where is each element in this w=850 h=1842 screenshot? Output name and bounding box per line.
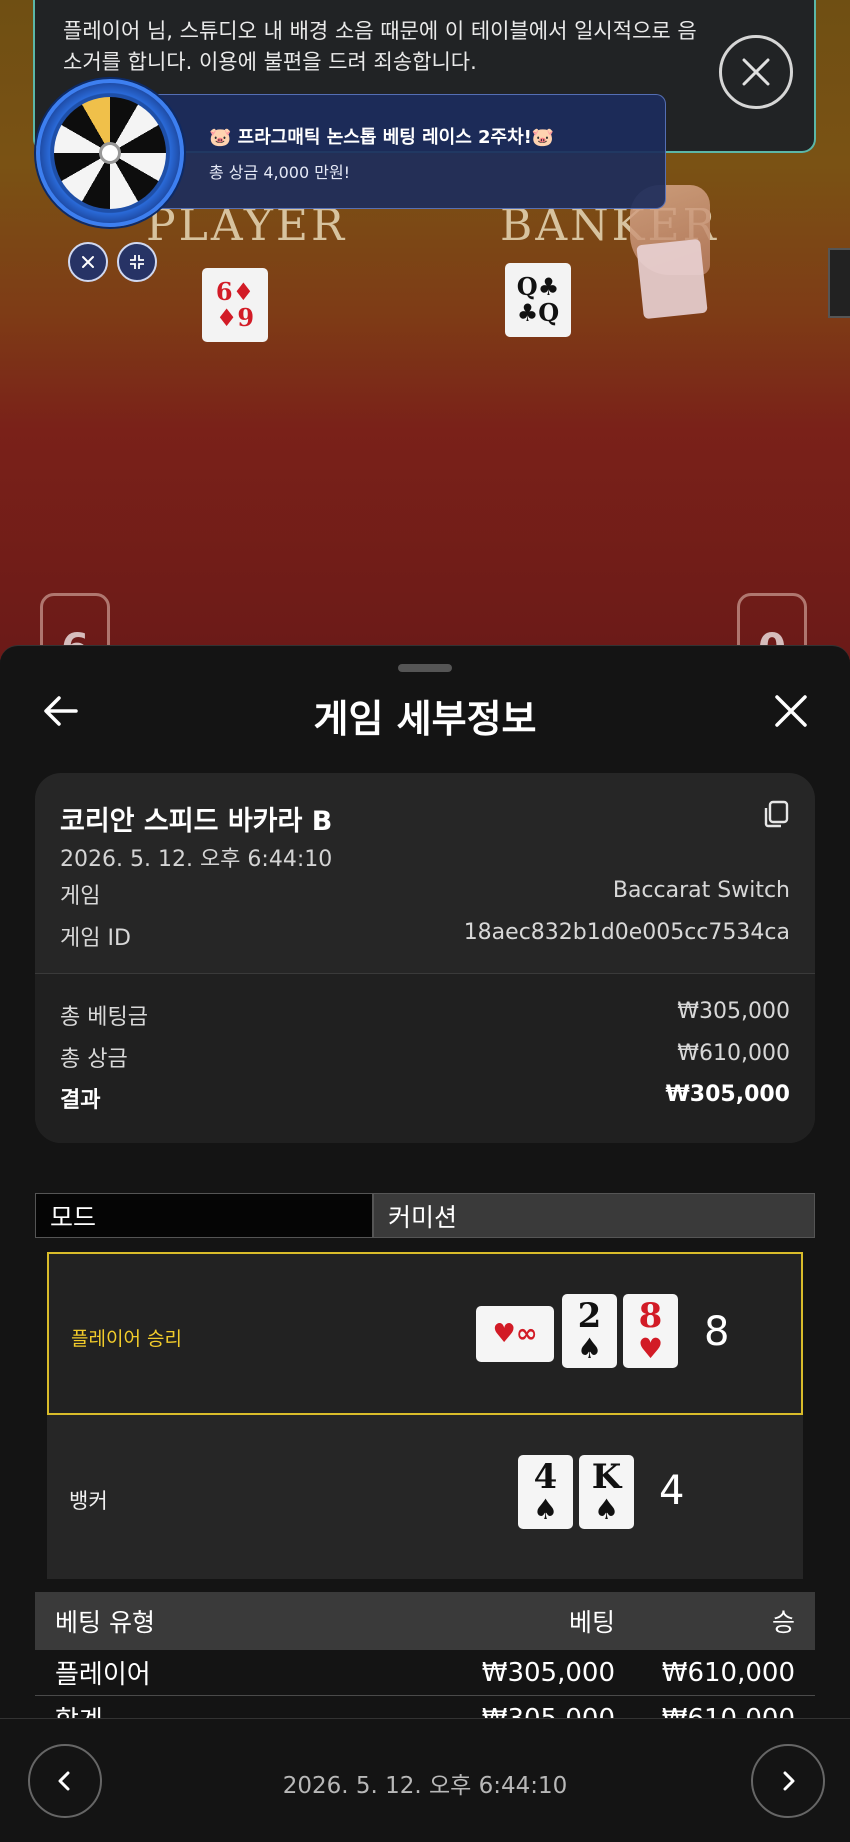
dealer-card xyxy=(636,238,708,320)
card-suit: ♠ xyxy=(532,1493,559,1526)
collapse-icon xyxy=(130,255,144,269)
result-row: 결과 ₩305,000 xyxy=(60,1082,790,1114)
wheel-hub xyxy=(99,142,121,164)
card-rank: 8 xyxy=(638,1296,663,1336)
prize-wheel-icon[interactable] xyxy=(36,79,184,227)
total-value: ₩610,000 xyxy=(677,1041,790,1066)
total-label: 총 상금 xyxy=(60,1047,128,1072)
table-banker-card: Q♣ ♣Q xyxy=(505,263,571,337)
total-value: ₩305,000 xyxy=(677,999,790,1024)
banker-card-1: 4 ♠ xyxy=(518,1455,573,1529)
promo-banner[interactable]: 🐷 프라그매틱 논스톱 베팅 레이스 2주차!🐷 총 상금 4,000 만원! xyxy=(140,94,666,209)
table-banker-card-bottom: ♣Q xyxy=(516,298,560,327)
card-rank: K xyxy=(591,1457,622,1497)
banker-score: 4 xyxy=(659,1468,685,1514)
game-datetime: 2026. 5. 12. 오후 6:44:10 xyxy=(60,847,333,872)
side-card: ♥∞ xyxy=(476,1306,554,1362)
round-datetime: 2026. 5. 12. 오후 6:44:10 xyxy=(282,1773,568,1799)
game-info-card: 코리안 스피드 바카라 B 2026. 5. 12. 오후 6:44:10 게임… xyxy=(35,773,815,1143)
header-bet: 베팅 xyxy=(568,1608,615,1637)
close-icon xyxy=(82,256,94,268)
game-name: 코리안 스피드 바카라 B xyxy=(60,806,333,837)
total-value: ₩305,000 xyxy=(665,1082,790,1107)
next-round-button[interactable] xyxy=(751,1744,825,1818)
card-suit: ♠ xyxy=(576,1332,603,1365)
total-bet-row: 총 베팅금 ₩305,000 xyxy=(60,999,790,1031)
table-player-card: 6♦ ♦9 xyxy=(202,268,268,342)
header-win: 승 xyxy=(771,1608,795,1637)
round-navigation-footer: 2026. 5. 12. 오후 6:44:10 xyxy=(0,1718,850,1842)
detail-label: 게임 ID xyxy=(60,926,131,951)
mode-value: 커미션 xyxy=(373,1193,815,1238)
detail-label: 게임 xyxy=(60,884,101,909)
detail-row-game: 게임 Baccarat Switch xyxy=(60,878,790,910)
detail-value: Baccarat Switch xyxy=(612,878,790,903)
promo-subtitle: 총 상금 4,000 만원! xyxy=(209,163,351,182)
card-rank: 2 xyxy=(577,1296,602,1336)
player-card-1: 2 ♠ xyxy=(562,1294,617,1368)
banker-card-2: K ♠ xyxy=(579,1455,634,1529)
detail-value: 18aec832b1d0e005cc7534ca xyxy=(463,920,790,945)
card-suit: ♥ xyxy=(637,1332,664,1365)
notification-message: 플레이어 님, 스튜디오 내 배경 소음 때문에 이 테이블에서 일시적으로 음… xyxy=(63,19,697,74)
sheet-drag-handle[interactable] xyxy=(398,664,452,672)
table-row: 플레이어 ₩305,000 ₩610,000 xyxy=(35,1650,815,1696)
card-suit: ♠ xyxy=(593,1493,620,1526)
header-bet-type: 베팅 유형 xyxy=(55,1608,155,1637)
mode-row: 모드 커미션 xyxy=(35,1193,815,1238)
notification-close-button[interactable] xyxy=(719,35,793,109)
banker-result-row: 뱅커 4 ♠ K ♠ 4 xyxy=(47,1415,803,1579)
total-label: 결과 xyxy=(60,1088,101,1113)
bet-amount-cell: ₩305,000 xyxy=(481,1657,615,1688)
copy-button[interactable] xyxy=(761,799,791,829)
mode-label: 모드 xyxy=(35,1193,373,1238)
table-banker-card-top: Q♣ xyxy=(516,272,560,301)
sheet-close-button[interactable] xyxy=(768,688,814,734)
card-rank: 4 xyxy=(533,1457,558,1497)
player-result-label: 플레이어 승리 xyxy=(71,1328,182,1350)
total-label: 총 베팅금 xyxy=(60,1005,148,1030)
bet-type-cell: 플레이어 xyxy=(55,1660,151,1690)
player-card-2: 8 ♥ xyxy=(623,1294,678,1368)
table-player-card-top: 6♦ xyxy=(215,277,255,306)
chevron-right-icon xyxy=(783,1771,795,1791)
promo-minimize-button[interactable] xyxy=(117,242,157,282)
card-shoe xyxy=(828,248,850,318)
close-icon xyxy=(742,58,770,86)
win-amount-cell: ₩610,000 xyxy=(661,1657,795,1688)
promo-title: 🐷 프라그매틱 논스톱 베팅 레이스 2주차!🐷 xyxy=(209,127,555,148)
close-icon xyxy=(775,695,807,727)
promo-close-button[interactable] xyxy=(68,242,108,282)
player-score: 8 xyxy=(704,1309,730,1355)
banker-result-label: 뱅커 xyxy=(69,1489,108,1513)
total-win-row: 총 상금 ₩610,000 xyxy=(60,1041,790,1073)
copy-icon xyxy=(764,800,789,828)
player-result-row: 플레이어 승리 ♥∞ 2 ♠ 8 ♥ 8 xyxy=(47,1252,803,1415)
table-player-card-bottom: ♦9 xyxy=(215,303,255,332)
bet-table-header: 베팅 유형 베팅 승 xyxy=(35,1592,815,1650)
sheet-title: 게임 세부정보 xyxy=(313,697,537,741)
detail-row-game-id: 게임 ID 18aec832b1d0e005cc7534ca xyxy=(60,920,790,952)
